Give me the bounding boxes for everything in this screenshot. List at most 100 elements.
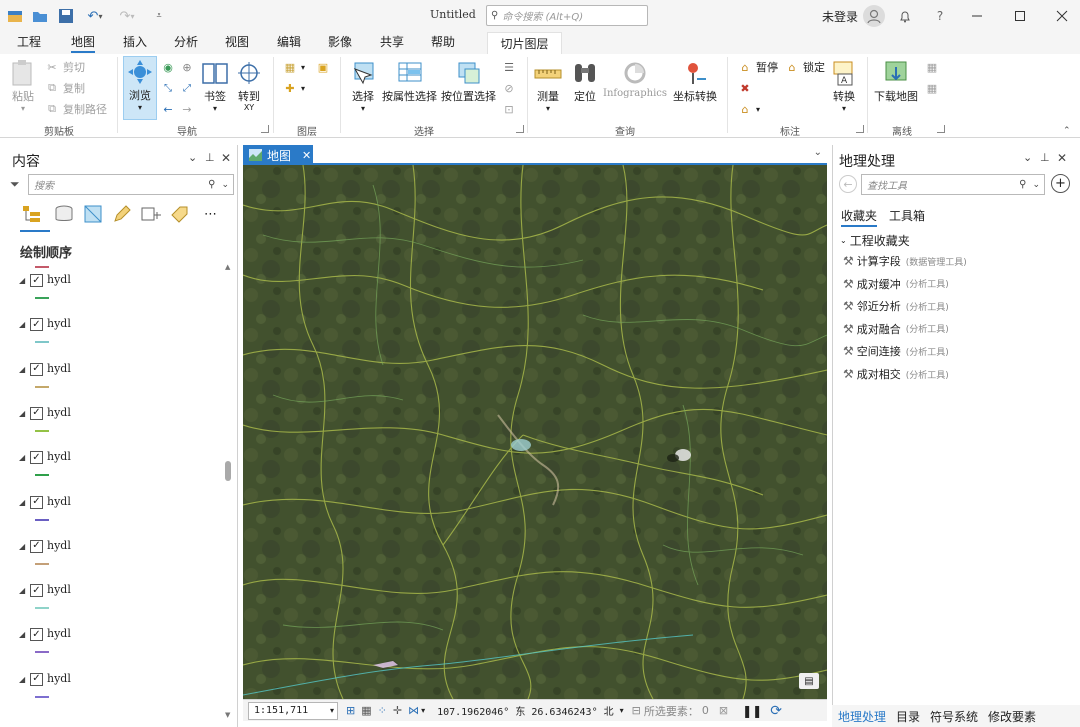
new-project-icon[interactable] bbox=[6, 7, 24, 25]
list-by-selection-tab[interactable] bbox=[81, 203, 105, 228]
layer-visibility-checkbox[interactable]: ✓ bbox=[30, 318, 43, 332]
layer-visibility-checkbox[interactable]: ✓ bbox=[30, 274, 43, 287]
back-arrow-icon[interactable]: ← bbox=[839, 175, 857, 193]
tab-analysis[interactable]: 分析 bbox=[174, 33, 198, 50]
chevron-down-icon[interactable]: ▾ bbox=[421, 706, 425, 715]
select-by-location-button[interactable]: 按位置选择 bbox=[441, 58, 496, 104]
contents-scrollbar[interactable]: ▲ ▼ bbox=[223, 263, 233, 723]
notifications-bell-icon[interactable] bbox=[893, 5, 917, 27]
tab-toolboxes[interactable]: 工具箱 bbox=[889, 207, 925, 224]
more-options-icon[interactable]: ⋯ bbox=[204, 207, 217, 222]
layer-item[interactable]: ◢ ✓ hydl bbox=[0, 447, 220, 491]
layer-line-symbol[interactable] bbox=[35, 651, 49, 654]
pause-drawing-icon[interactable]: ❚❚ bbox=[742, 704, 762, 718]
favorite-tool-item[interactable]: ⚒ 成对相交 (分析工具) bbox=[843, 366, 949, 382]
goto-xy-button[interactable]: 转到 XY bbox=[234, 58, 264, 112]
selection-chip-icon[interactable]: ⊠ bbox=[719, 704, 728, 717]
scrollbar-thumb[interactable] bbox=[225, 461, 231, 481]
download-map-button[interactable]: 下载地图 bbox=[874, 58, 918, 104]
fixed-zoom-out-button[interactable]: ⤢ bbox=[179, 80, 195, 96]
labeling-dialog-launcher[interactable] bbox=[856, 125, 864, 133]
layer-visibility-checkbox[interactable]: ✓ bbox=[30, 584, 43, 598]
list-by-drawing-order-tab[interactable] bbox=[20, 203, 50, 232]
tab-help[interactable]: 帮助 bbox=[431, 33, 455, 50]
close-pane-icon[interactable]: ✕ bbox=[1057, 151, 1067, 165]
collapse-triangle-icon[interactable]: ◢ bbox=[19, 586, 25, 595]
snapping-toggle-icon[interactable]: ⊞ bbox=[346, 704, 355, 717]
constraints-icon[interactable]: ⁘ bbox=[378, 704, 387, 717]
tab-insert[interactable]: 插入 bbox=[123, 33, 147, 50]
layer-line-symbol[interactable] bbox=[35, 562, 49, 565]
filter-icon[interactable]: ⏷ bbox=[10, 177, 20, 192]
explore-button[interactable]: 浏览 ▾ bbox=[123, 56, 157, 120]
favorite-tool-item[interactable]: ⚒ 成对融合 (分析工具) bbox=[843, 321, 949, 337]
navigate-dialog-launcher[interactable] bbox=[261, 125, 269, 133]
close-window-button[interactable] bbox=[1050, 5, 1074, 27]
label-more-button[interactable]: ⌂ ▾ bbox=[737, 101, 761, 117]
map-view-tab[interactable]: 地图 ✕ bbox=[243, 145, 313, 165]
avatar[interactable] bbox=[863, 5, 885, 27]
zoom-to-layer-button[interactable]: ⊕ bbox=[179, 59, 195, 75]
layer-visibility-checkbox[interactable]: ✓ bbox=[30, 406, 43, 420]
add-tool-icon[interactable]: + bbox=[1051, 174, 1070, 193]
tab-geoprocessing[interactable]: 地理处理 bbox=[838, 708, 886, 725]
layer-line-symbol[interactable] bbox=[35, 297, 49, 299]
layer-line-symbol[interactable] bbox=[35, 607, 49, 610]
grid-toggle-icon[interactable]: ▦ bbox=[361, 704, 371, 717]
collapse-triangle-icon[interactable]: ◢ bbox=[19, 276, 25, 285]
layer-item[interactable]: ◢ ✓ hydl bbox=[0, 492, 220, 536]
pause-labeling-button[interactable]: ⌂ 暂停 bbox=[737, 59, 779, 75]
open-project-icon[interactable] bbox=[31, 7, 49, 25]
collapse-triangle-icon[interactable]: ◢ bbox=[19, 320, 25, 329]
coordinate-conversion-button[interactable]: 坐标转换 bbox=[673, 58, 717, 104]
attributes-button[interactable]: ☰ bbox=[501, 59, 517, 75]
tracing-icon[interactable]: ⋈ bbox=[408, 704, 419, 717]
map-canvas[interactable]: ▤ bbox=[243, 165, 827, 699]
previous-extent-button[interactable]: ← bbox=[160, 101, 176, 117]
list-by-snapping-tab[interactable] bbox=[139, 203, 163, 228]
scroll-down-arrow[interactable]: ▼ bbox=[225, 711, 230, 719]
tab-catalog[interactable]: 目录 bbox=[896, 708, 920, 725]
copy-button[interactable]: ⧉ 复制 bbox=[44, 80, 85, 96]
save-project-icon[interactable] bbox=[57, 7, 75, 25]
tab-map[interactable]: 地图 bbox=[71, 33, 96, 53]
pin-icon[interactable]: ⊥ bbox=[205, 151, 215, 164]
redo-icon[interactable]: ↷ ▾ bbox=[114, 7, 140, 25]
collapse-triangle-icon[interactable]: ◢ bbox=[19, 365, 25, 374]
layer-visibility-checkbox[interactable]: ✓ bbox=[30, 628, 43, 642]
layer-line-symbol[interactable] bbox=[35, 341, 49, 344]
sign-in-status[interactable]: 未登录 bbox=[822, 8, 858, 25]
tab-share[interactable]: 共享 bbox=[380, 33, 404, 50]
layer-visibility-checkbox[interactable]: ✓ bbox=[30, 362, 43, 376]
fixed-zoom-in-button[interactable]: ⤡ bbox=[160, 80, 176, 96]
layer-line-symbol[interactable] bbox=[35, 518, 49, 521]
favorite-tool-item[interactable]: ⚒ 邻近分析 (分析工具) bbox=[843, 298, 949, 314]
tab-favorites[interactable]: 收藏夹 bbox=[841, 207, 878, 227]
add-layer-button[interactable]: ✚ ▾ bbox=[282, 80, 305, 96]
full-extent-button[interactable]: ◉ bbox=[160, 59, 176, 75]
help-icon[interactable]: ? bbox=[928, 5, 952, 27]
locate-button[interactable]: 定位 bbox=[570, 58, 600, 104]
zoom-to-selection-button[interactable]: ⊡ bbox=[501, 101, 517, 117]
correction-icon[interactable]: ✛ bbox=[393, 704, 402, 717]
tab-edit[interactable]: 编辑 bbox=[277, 33, 301, 50]
tab-symbology[interactable]: 符号系统 bbox=[930, 708, 978, 725]
convert-labels-button[interactable]: A 转换 ▾ bbox=[829, 58, 859, 113]
project-favorites-group[interactable]: ⌄ 工程收藏夹 bbox=[840, 232, 910, 249]
bookmarks-button[interactable]: 书签 ▾ bbox=[200, 58, 230, 113]
layer-item[interactable]: ◢ ✓ hydl bbox=[0, 359, 220, 403]
layer-item[interactable]: ◢ ✓ hydl bbox=[0, 270, 220, 314]
pane-options-chevron-icon[interactable]: ⌄ bbox=[1023, 151, 1032, 164]
remove-offline-button[interactable]: ▦ bbox=[924, 80, 940, 96]
layer-item[interactable]: ◢ ✓ hydl bbox=[0, 669, 220, 713]
scale-selector[interactable]: 1:151,711 ▾ bbox=[248, 701, 338, 720]
tab-imagery[interactable]: 影像 bbox=[328, 33, 352, 50]
select-by-attributes-button[interactable]: 按属性选择 bbox=[382, 58, 437, 104]
undo-icon[interactable]: ↶ ▾ bbox=[82, 7, 108, 25]
collapse-triangle-icon[interactable]: ◢ bbox=[19, 453, 25, 462]
offline-dialog-launcher[interactable] bbox=[937, 125, 945, 133]
collapse-triangle-icon[interactable]: ◢ bbox=[19, 498, 25, 507]
contents-search-input[interactable]: 搜索 ⚲ ⌄ bbox=[28, 174, 234, 195]
layer-line-symbol[interactable] bbox=[35, 474, 49, 477]
favorite-tool-item[interactable]: ⚒ 成对缓冲 (分析工具) bbox=[843, 276, 949, 292]
